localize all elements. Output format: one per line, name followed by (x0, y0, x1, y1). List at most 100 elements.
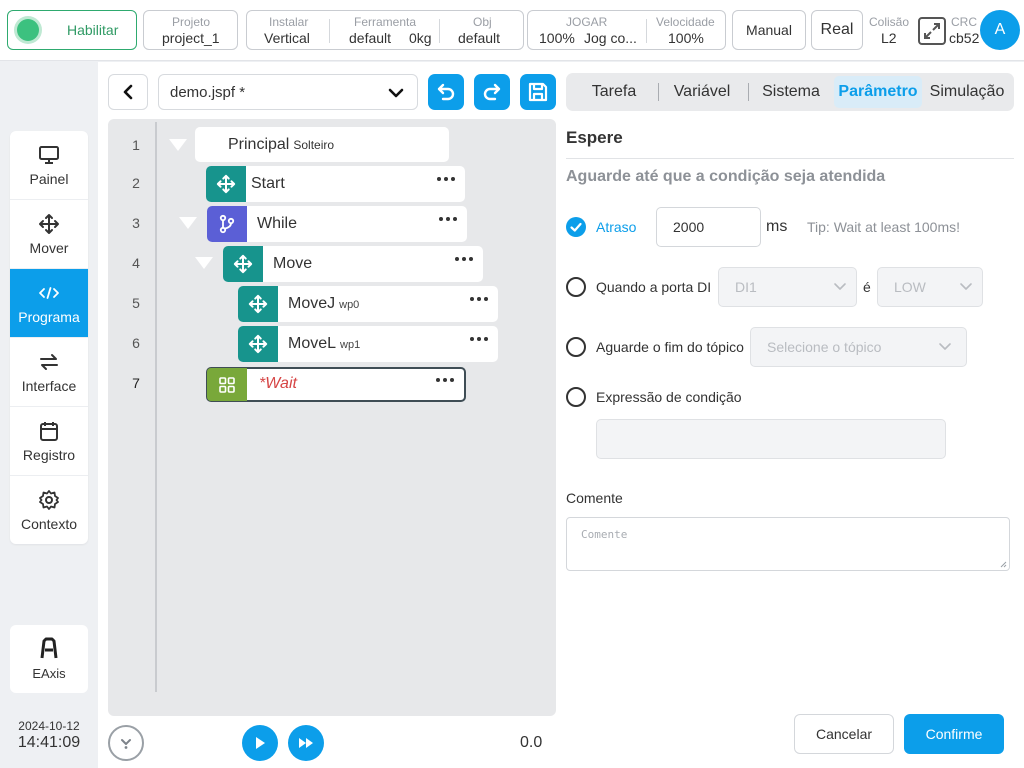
gear-icon (38, 489, 60, 511)
cancel-button[interactable]: Cancelar (794, 714, 894, 754)
move-arrows-icon (238, 326, 278, 362)
fast-forward-icon (299, 738, 313, 748)
more-options-icon[interactable] (437, 177, 455, 181)
chevron-down-icon (388, 88, 404, 98)
eaxis-button[interactable]: EAxis (10, 625, 88, 693)
tab-variavel[interactable]: Variável (666, 73, 738, 111)
enable-button[interactable]: Habilitar (7, 10, 137, 50)
tab-parametro[interactable]: Parâmetro (834, 76, 922, 108)
install-value: Vertical (264, 30, 310, 46)
calendar-icon (38, 420, 60, 442)
file-selector[interactable]: demo.jspf * (158, 74, 418, 110)
di-port-select[interactable]: DI1 (718, 267, 857, 307)
nav-label: Interface (21, 377, 77, 394)
node-label: Start (251, 175, 285, 192)
tree-node-principal[interactable]: Principal Solteiro (195, 127, 449, 162)
obj-value: default (458, 30, 501, 46)
collapse-toggle-icon[interactable] (179, 217, 197, 229)
install-tool-obj-group: Instalar Vertical Ferramenta default 0kg… (246, 10, 524, 50)
crc-value: cb52 (949, 30, 980, 46)
redo-button[interactable] (474, 74, 510, 110)
run-speed-value: 0.0 (520, 734, 543, 751)
di-port-label[interactable]: Quando a porta DI (596, 279, 711, 295)
nav-item-mover[interactable]: Mover (10, 200, 88, 269)
nav-item-contexto[interactable]: Contexto (10, 476, 88, 544)
collapse-toggle-icon[interactable] (169, 139, 187, 151)
more-options-icon[interactable] (470, 337, 488, 341)
comment-textarea[interactable]: Comente (566, 517, 1010, 571)
condition-label[interactable]: Expressão de condição (596, 389, 742, 405)
eaxis-label: EAxis (32, 666, 66, 681)
tab-sistema[interactable]: Sistema (756, 73, 826, 111)
user-avatar[interactable]: A (980, 10, 1020, 50)
nav-item-interface[interactable]: Interface (10, 338, 88, 407)
tab-simulacao[interactable]: Simulação (927, 73, 1007, 111)
nav-item-registro[interactable]: Registro (10, 407, 88, 476)
chevron-left-icon (123, 84, 133, 100)
tree-node-wait[interactable]: *Wait (206, 367, 466, 402)
topic-placeholder: Selecione o tópico (767, 339, 882, 355)
step-forward-button[interactable] (288, 725, 324, 761)
jog-label: JOGAR (566, 15, 608, 29)
scroll-to-current-button[interactable] (108, 725, 144, 761)
fullscreen-icon[interactable] (917, 16, 947, 46)
node-sub-label: Solteiro (293, 138, 335, 152)
more-options-icon[interactable] (439, 217, 457, 221)
top-bar: Habilitar Projeto project_1 Instalar Ver… (0, 0, 1024, 61)
delay-radio[interactable] (566, 217, 586, 237)
back-button[interactable] (108, 74, 148, 110)
topic-end-label[interactable]: Aguarde o fim do tópico (596, 339, 744, 355)
line-number: 2 (132, 175, 140, 191)
tree-guide-line (155, 122, 157, 692)
node-label: Principal Solteiro (228, 136, 335, 153)
run-button[interactable] (242, 725, 278, 761)
line-number: 4 (132, 255, 140, 271)
branch-icon (207, 206, 247, 242)
tree-node-movej[interactable]: MoveJ wp0 (238, 286, 498, 322)
save-button[interactable] (520, 74, 556, 110)
tab-tarefa[interactable]: Tarefa (580, 73, 648, 111)
check-icon (570, 222, 582, 232)
undo-button[interactable] (428, 74, 464, 110)
nav-label: Contexto (20, 516, 78, 532)
time-text: 14:41:09 (17, 734, 81, 751)
di-level-select[interactable]: LOW (877, 267, 983, 307)
more-options-icon[interactable] (470, 297, 488, 301)
line-number: 3 (132, 215, 140, 231)
nav-item-programa[interactable]: Programa (10, 269, 88, 338)
tree-node-while[interactable]: While (207, 206, 467, 242)
redo-icon (483, 83, 501, 101)
eaxis-icon (39, 637, 59, 662)
more-options-icon[interactable] (436, 378, 454, 382)
delay-label[interactable]: Atraso (596, 219, 636, 235)
di-port-radio[interactable] (566, 277, 586, 297)
condition-radio[interactable] (566, 387, 586, 407)
topic-select[interactable]: Selecione o tópico (750, 327, 967, 367)
manual-mode-button[interactable]: Manual (732, 10, 806, 50)
more-options-icon[interactable] (455, 257, 473, 261)
project-selector[interactable]: Projeto project_1 (143, 10, 238, 50)
tree-node-movel[interactable]: MoveL wp1 (238, 326, 498, 362)
jog-mode: Jog co... (584, 30, 637, 46)
speed-label: Velocidade (656, 15, 715, 29)
condition-input[interactable] (596, 419, 946, 459)
move-arrows-icon (38, 213, 60, 235)
play-icon (256, 737, 265, 749)
tree-node-move[interactable]: Move (223, 246, 483, 282)
divider (658, 83, 659, 101)
move-arrows-icon (206, 166, 246, 202)
nav-item-painel[interactable]: Painel (10, 131, 88, 200)
resize-handle-icon[interactable] (1000, 561, 1007, 568)
collapse-toggle-icon[interactable] (195, 257, 213, 269)
tree-node-start[interactable]: Start (206, 166, 465, 202)
delay-unit: ms (766, 218, 788, 235)
clock: 2024-10-12 14:41:09 (10, 719, 88, 752)
real-mode-button[interactable]: Real (811, 10, 863, 50)
chevron-down-icon (939, 343, 951, 350)
save-icon (528, 82, 548, 102)
topic-end-radio[interactable] (566, 337, 586, 357)
confirm-button[interactable]: Confirme (904, 714, 1004, 754)
enable-status-indicator (17, 19, 39, 41)
delay-input[interactable]: 2000 (656, 207, 761, 247)
code-icon (38, 282, 60, 304)
